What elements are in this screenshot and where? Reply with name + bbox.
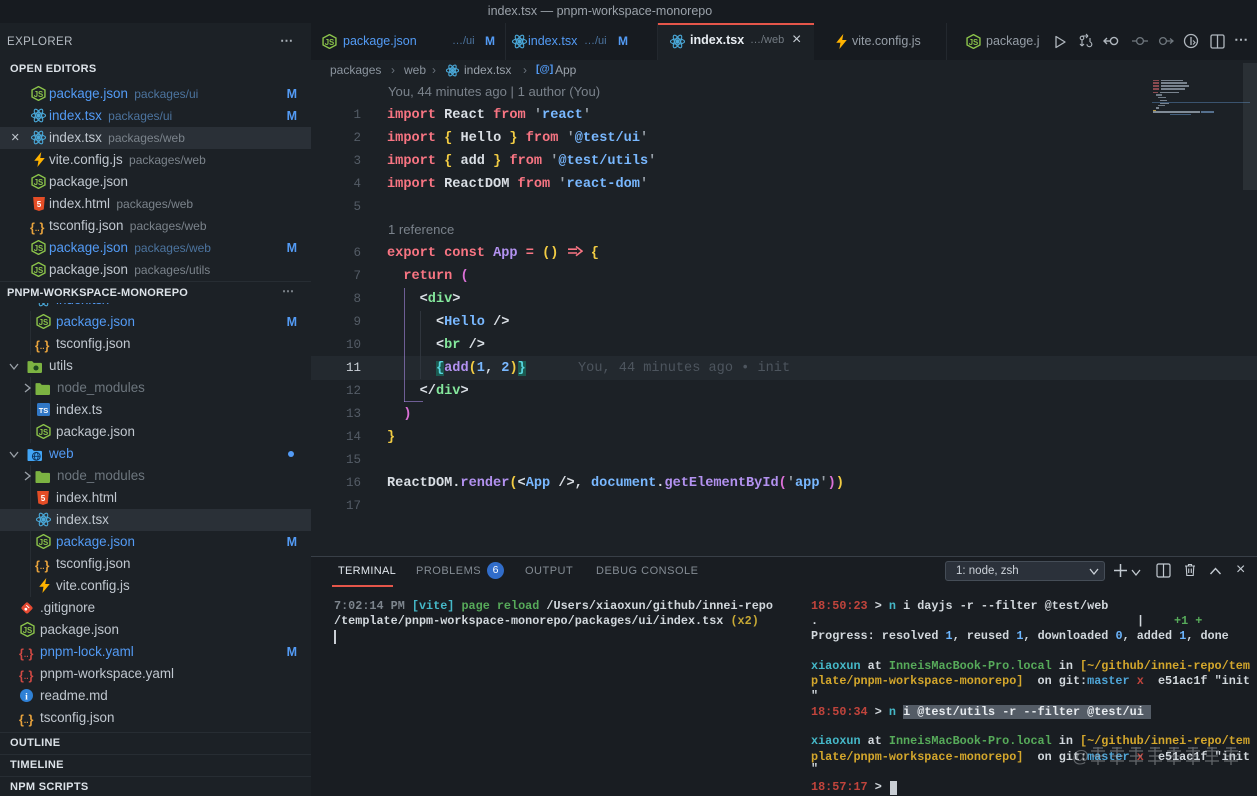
svg-text:5: 5 xyxy=(37,200,42,209)
svg-text:@: @ xyxy=(1072,747,1089,766)
svg-text:JS: JS xyxy=(23,626,33,635)
svg-text:JS: JS xyxy=(325,38,335,47)
svg-text:JS: JS xyxy=(34,178,44,187)
svg-text:JS: JS xyxy=(34,244,44,253)
svg-text:JS: JS xyxy=(969,38,979,47)
svg-text:i: i xyxy=(25,691,28,702)
svg-text:5: 5 xyxy=(41,494,46,503)
svg-text:JS: JS xyxy=(39,538,49,547)
svg-text:TS: TS xyxy=(39,406,49,415)
svg-text:JS: JS xyxy=(39,428,49,437)
svg-text:JS: JS xyxy=(39,318,49,327)
svg-text:JS: JS xyxy=(34,266,44,275)
svg-text:JS: JS xyxy=(34,90,44,99)
